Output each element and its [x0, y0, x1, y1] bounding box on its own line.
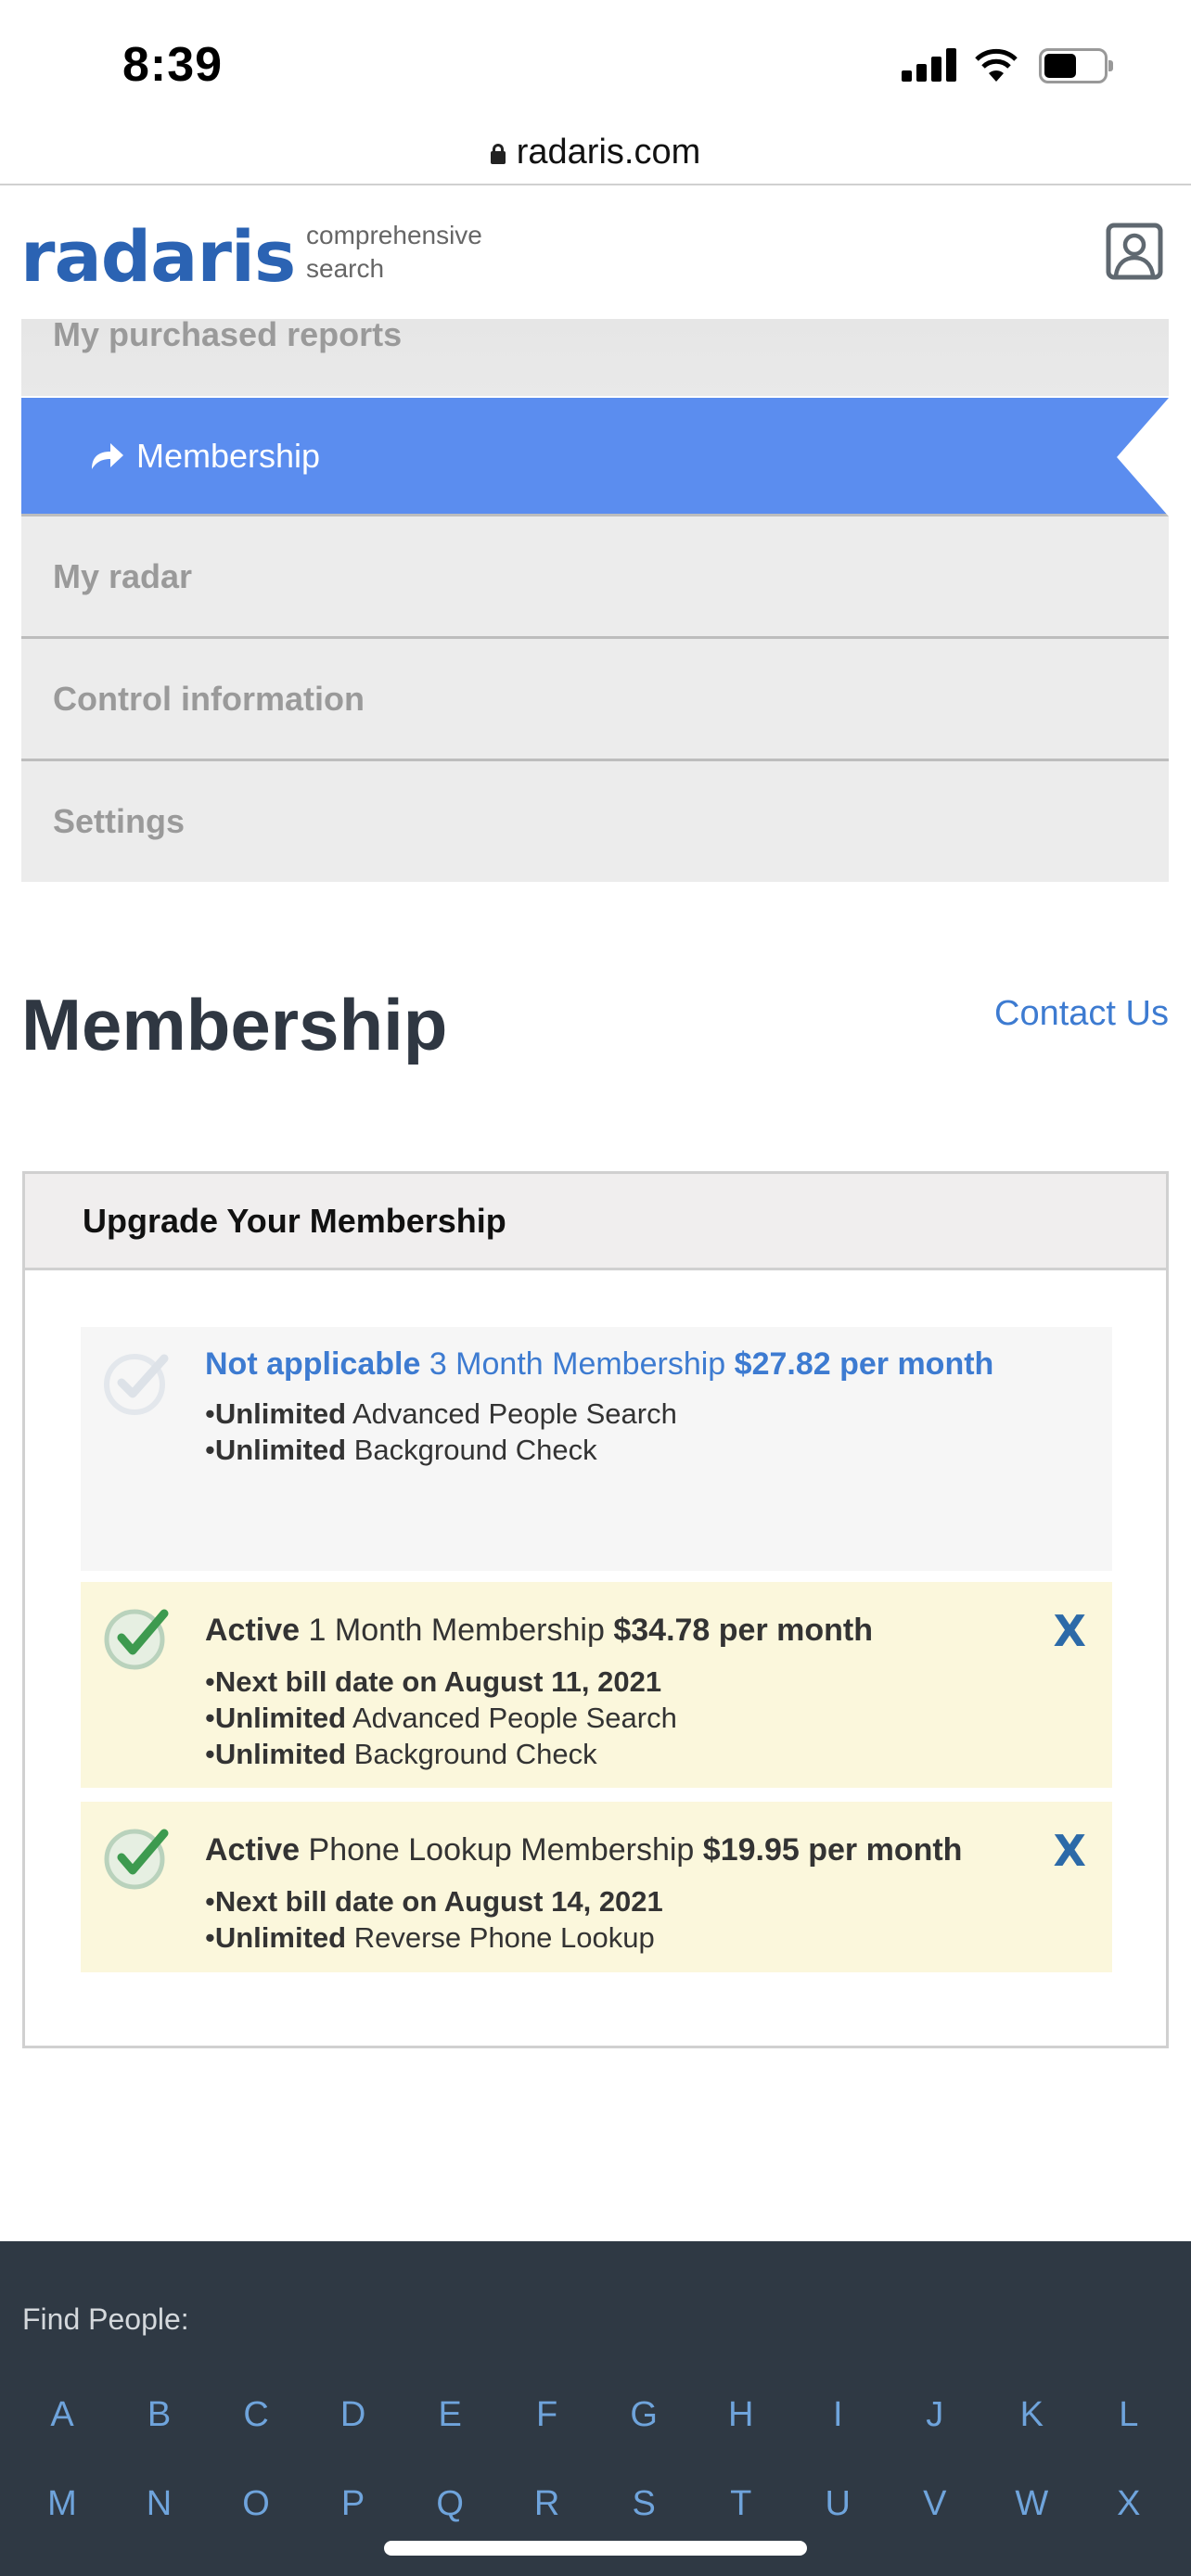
plan-price: $34.78 per month — [613, 1613, 873, 1648]
menu-item-my-radar[interactable]: My radar — [21, 516, 1169, 639]
page-title: Membership — [21, 984, 448, 1065]
letter-link[interactable]: S — [602, 2484, 685, 2524]
menu-item-settings[interactable]: Settings — [21, 761, 1169, 882]
plan-status: Active — [205, 1832, 301, 1868]
next-bill-date: Next bill date on August 11, 2021 — [205, 1664, 1038, 1700]
radaris-logo[interactable]: radaris — [20, 215, 296, 298]
status-bar: 8:39 — [0, 0, 1191, 121]
wifi-icon — [975, 48, 1018, 82]
next-bill-date: Next bill date on August 14, 2021 — [205, 1883, 1038, 1919]
letter-link[interactable]: O — [214, 2484, 298, 2524]
menu-item-membership[interactable]: Membership — [21, 398, 1169, 516]
check-circle-active-icon — [104, 1609, 169, 1670]
letter-link[interactable]: L — [1087, 2395, 1171, 2435]
address-bar[interactable]: radaris.com — [0, 121, 1191, 185]
cancel-membership-button[interactable]: X — [1054, 1830, 1086, 1872]
plan-price: $19.95 per month — [702, 1832, 963, 1868]
menu-item-label: Control information — [53, 679, 365, 718]
menu-item-control-information[interactable]: Control information — [21, 639, 1169, 761]
menu-item-purchased-reports[interactable]: My purchased reports — [21, 315, 1169, 396]
letter-link[interactable]: E — [408, 2395, 492, 2435]
letter-link[interactable]: Q — [408, 2484, 492, 2524]
menu-item-label: My purchased reports — [53, 315, 403, 353]
letter-link[interactable]: V — [893, 2484, 977, 2524]
active-indicator-notch — [1117, 398, 1169, 516]
plan-features: Next bill date on August 11, 2021 Unlimi… — [205, 1664, 1038, 1772]
upgrade-membership-panel: Upgrade Your Membership Not applicable 3… — [22, 1171, 1169, 2048]
cellular-signal-icon — [902, 48, 957, 82]
plan-price: $27.82 per month — [734, 1346, 994, 1382]
letter-link[interactable]: C — [214, 2395, 298, 2435]
letter-link[interactable]: U — [796, 2484, 879, 2524]
plan-title: Active Phone Lookup Membership $19.95 pe… — [205, 1802, 1038, 1868]
plan-features: Next bill date on August 14, 2021 Unlimi… — [205, 1883, 1038, 1956]
letter-link[interactable]: W — [990, 2484, 1073, 2524]
feature-item: Unlimited Background Check — [205, 1736, 1038, 1772]
tagline-line1: comprehensive — [306, 221, 482, 249]
letter-link[interactable]: P — [312, 2484, 395, 2524]
user-account-icon[interactable] — [1106, 223, 1163, 280]
plan-title: Not applicable 3 Month Membership $27.82… — [205, 1327, 1038, 1401]
letter-link[interactable]: M — [20, 2484, 104, 2524]
panel-title: Upgrade Your Membership — [25, 1174, 1166, 1270]
plan-name: 3 Month Membership — [429, 1346, 726, 1382]
letter-link[interactable]: D — [312, 2395, 395, 2435]
menu-item-label: My radar — [53, 556, 193, 595]
url-text: radaris.com — [516, 132, 701, 172]
tagline-line2: search — [306, 254, 385, 283]
lock-icon — [490, 144, 506, 164]
letter-link[interactable]: X — [1087, 2484, 1171, 2524]
plan-card-3-month[interactable]: Not applicable 3 Month Membership $27.82… — [81, 1327, 1112, 1571]
alphabet-row-1: ABCDEFGHIJKL — [20, 2395, 1171, 2435]
menu-item-label: Membership — [136, 436, 321, 475]
letter-link[interactable]: B — [118, 2395, 201, 2435]
plan-name: 1 Month Membership — [308, 1613, 605, 1648]
letter-link[interactable]: R — [506, 2484, 589, 2524]
letter-link[interactable]: I — [796, 2395, 879, 2435]
home-indicator[interactable] — [384, 2541, 807, 2556]
letter-link[interactable]: K — [990, 2395, 1073, 2435]
status-time: 8:39 — [122, 38, 224, 92]
letter-link[interactable]: A — [20, 2395, 104, 2435]
letter-link[interactable]: T — [699, 2484, 783, 2524]
plan-card-1-month: Active 1 Month Membership $34.78 per mon… — [81, 1582, 1112, 1788]
logo-tagline: comprehensive search — [306, 219, 482, 286]
plan-name: Phone Lookup Membership — [308, 1832, 695, 1868]
find-people-label: Find People: — [22, 2302, 189, 2336]
footer-find-people: Find People: ABCDEFGHIJKL MNOPQRSTUVWX — [0, 2241, 1191, 2576]
letter-link[interactable]: N — [118, 2484, 201, 2524]
menu-item-label: Settings — [53, 802, 186, 840]
letter-link[interactable]: F — [506, 2395, 589, 2435]
account-menu: My purchased reports Membership My radar… — [21, 315, 1169, 882]
feature-item: Unlimited Reverse Phone Lookup — [205, 1919, 1038, 1956]
feature-item: Unlimited Advanced People Search — [205, 1700, 1038, 1736]
letter-link[interactable]: J — [893, 2395, 977, 2435]
plan-status: Active — [205, 1613, 301, 1648]
letter-link[interactable]: H — [699, 2395, 783, 2435]
feature-item: Unlimited Background Check — [205, 1432, 1038, 1468]
plan-features: Unlimited Advanced People Search Unlimit… — [205, 1396, 1038, 1468]
cancel-membership-button[interactable]: X — [1054, 1610, 1086, 1652]
plan-status: Not applicable — [205, 1346, 421, 1382]
share-arrow-icon — [92, 442, 123, 469]
plan-title: Active 1 Month Membership $34.78 per mon… — [205, 1582, 1038, 1649]
site-header: radaris comprehensive search — [0, 187, 1191, 319]
alphabet-row-2: MNOPQRSTUVWX — [20, 2484, 1171, 2524]
contact-us-link[interactable]: Contact Us — [994, 994, 1169, 1034]
check-circle-active-icon — [104, 1829, 169, 1890]
plan-card-phone-lookup: Active Phone Lookup Membership $19.95 pe… — [81, 1802, 1112, 1972]
check-circle-disabled-icon — [104, 1354, 169, 1415]
battery-icon — [1039, 48, 1113, 83]
letter-link[interactable]: G — [602, 2395, 685, 2435]
